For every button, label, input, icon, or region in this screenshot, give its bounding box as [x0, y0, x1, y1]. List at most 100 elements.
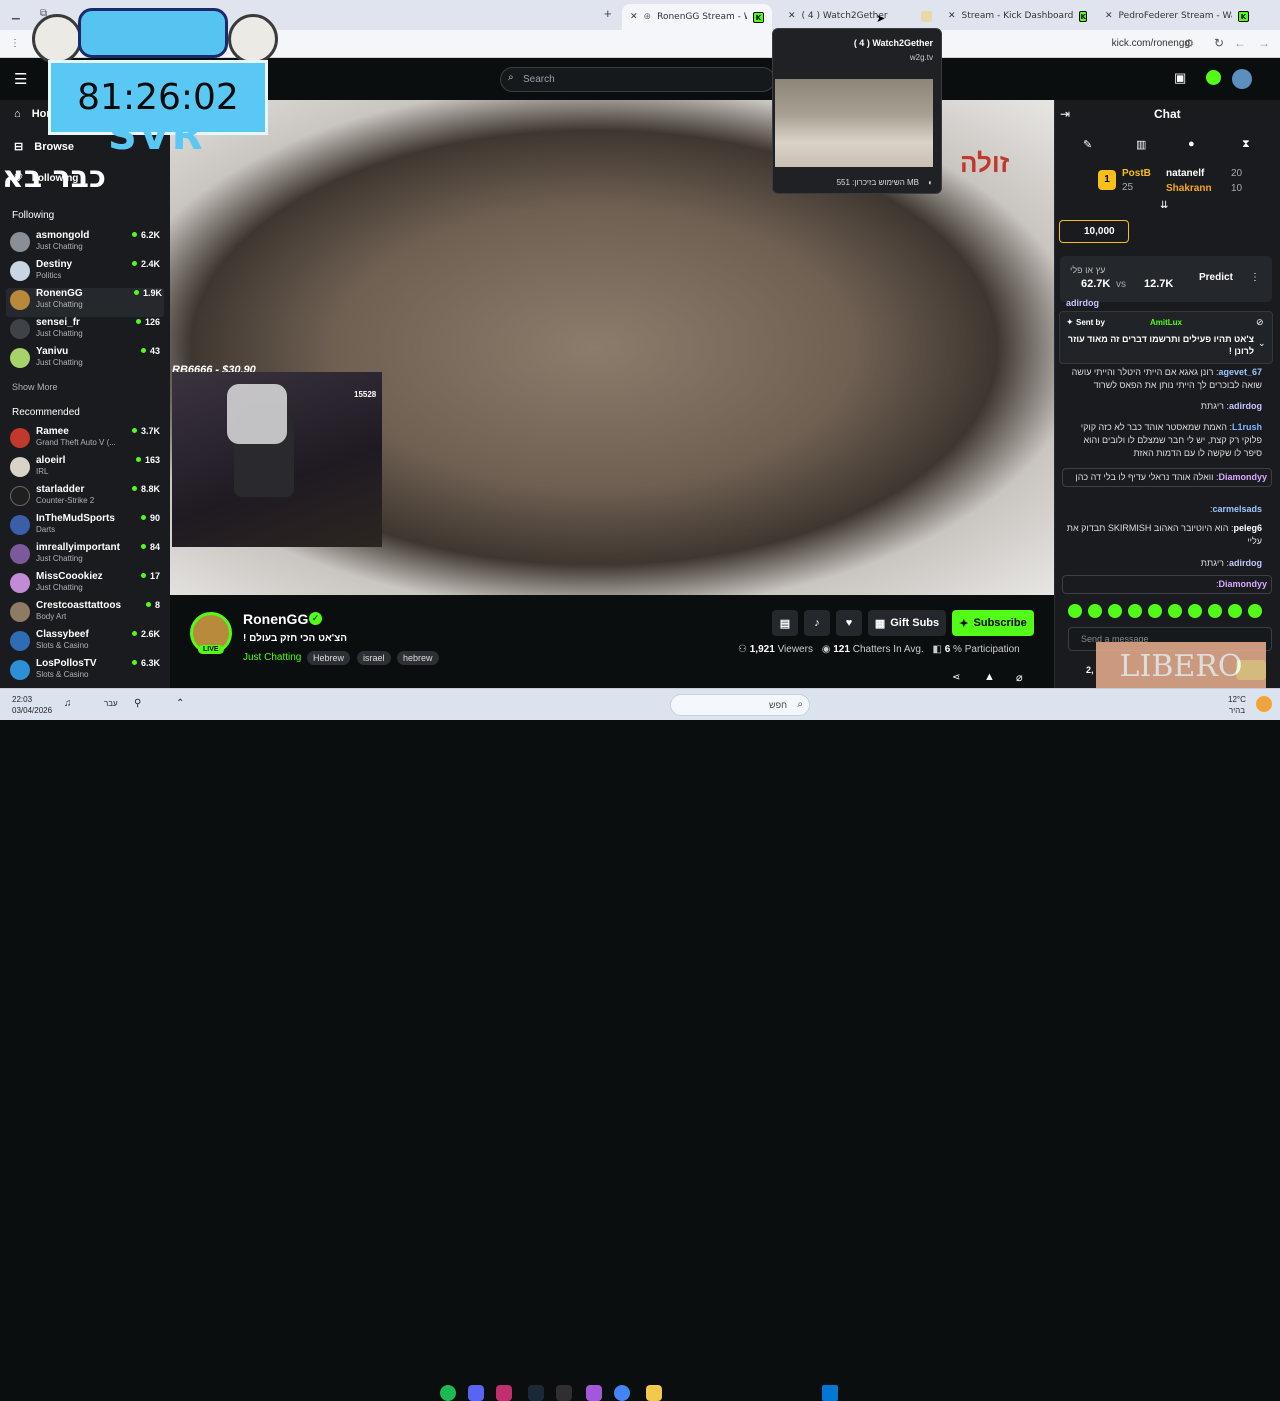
- sidebar-nav-browse[interactable]: ⊟ Browse: [14, 140, 74, 153]
- tag-chip[interactable]: israel: [357, 651, 391, 665]
- menu-icon[interactable]: ☰: [14, 70, 27, 88]
- sidebar-toggle-icon[interactable]: ⋮: [10, 38, 20, 49]
- weather-widget[interactable]: 12°C בהיר: [1228, 694, 1246, 716]
- recommended-channel[interactable]: imreallyimportant Just Chatting 84: [10, 542, 162, 571]
- emote-icon[interactable]: [1148, 604, 1162, 618]
- tab-pedrofederer[interactable]: ✕ PedroFederer Stream - Watch L K: [1097, 4, 1257, 28]
- emote-icon[interactable]: [1228, 604, 1242, 618]
- obs-icon[interactable]: [556, 1385, 572, 1401]
- subscribe-button[interactable]: ✦ Subscribe: [952, 610, 1034, 636]
- kick-favicon-icon: K: [1079, 10, 1087, 22]
- following-channel[interactable]: sensei_fr Just Chatting 126: [10, 317, 162, 346]
- product-watermark: LIBERO: [1096, 642, 1266, 692]
- discord-icon[interactable]: [468, 1385, 484, 1401]
- emote-icon[interactable]: [1128, 604, 1142, 618]
- emote-icon[interactable]: [1068, 604, 1082, 618]
- mod-tools-icon[interactable]: ✎: [1083, 138, 1092, 151]
- emote-icon[interactable]: [1088, 604, 1102, 618]
- search-input[interactable]: Search: [500, 67, 775, 92]
- overlay-hebrew-text: כבר בא: [2, 160, 106, 195]
- follow-button[interactable]: ♥: [836, 610, 862, 636]
- emote-icon[interactable]: [1188, 604, 1202, 618]
- kick-coin-icon[interactable]: [1206, 70, 1221, 85]
- globe-icon: ⊕: [643, 12, 652, 22]
- new-tab-button[interactable]: +: [604, 6, 612, 21]
- predict-button[interactable]: Predict: [1199, 272, 1233, 283]
- following-channel[interactable]: asmongold Just Chatting 6.2K: [10, 230, 162, 259]
- steam-icon[interactable]: [528, 1385, 544, 1401]
- following-channel[interactable]: Destiny Politics 2.4K: [10, 259, 162, 288]
- user-avatar[interactable]: [1232, 69, 1252, 89]
- prediction-left-amount: 62.7K: [1081, 278, 1111, 290]
- microphone-icon[interactable]: ⚲: [134, 698, 141, 709]
- notifications-button[interactable]: ♪: [804, 610, 830, 636]
- slow-mode-icon[interactable]: ⧗: [1242, 138, 1250, 151]
- url-field[interactable]: kick.com/ronengg: [1112, 38, 1190, 49]
- overlay-logo-text: SVR: [108, 113, 205, 159]
- emote-icon[interactable]: [1108, 604, 1122, 618]
- share-icon[interactable]: ⋖: [952, 672, 960, 683]
- language-indicator[interactable]: עבר: [104, 699, 118, 708]
- channel-name[interactable]: RonenGG: [243, 611, 308, 627]
- following-channel-active[interactable]: RonenGG Just Chatting 1.9K: [6, 288, 164, 317]
- recommended-channel[interactable]: Ramee Grand Theft Auto V (... 3.7K: [10, 426, 162, 455]
- site-settings-icon[interactable]: ⚙: [1184, 37, 1194, 50]
- tag-chip[interactable]: hebrew: [397, 651, 439, 665]
- more-options-icon[interactable]: ⋮: [1250, 272, 1260, 283]
- trash-icon[interactable]: ▥: [1136, 138, 1146, 151]
- chrome-icon[interactable]: [614, 1385, 630, 1401]
- minimize-window-icon[interactable]: ▁: [12, 9, 20, 20]
- collapse-chat-icon[interactable]: ⇥: [1060, 107, 1070, 121]
- tab-ronengg[interactable]: ✕ ⊕ RonenGG Stream - Watch L K: [622, 4, 772, 30]
- channel-points[interactable]: 10,000: [1059, 220, 1129, 243]
- recommended-channel[interactable]: MissCoookiez Just Chatting 17: [10, 571, 162, 600]
- chevron-up-icon[interactable]: ⌃: [176, 698, 184, 709]
- tag-chip[interactable]: Hebrew: [307, 651, 351, 665]
- forward-icon[interactable]: →: [1258, 36, 1270, 50]
- close-tab-icon[interactable]: ✕: [948, 11, 956, 21]
- reload-icon[interactable]: ↻: [1214, 36, 1224, 50]
- gift-subs-button[interactable]: ▦ Gift Subs: [868, 610, 946, 636]
- unpin-icon[interactable]: ⊘: [1256, 317, 1264, 328]
- recommended-channel[interactable]: Crestcoasttattoos Body Art 8: [10, 600, 162, 629]
- back-icon[interactable]: ←: [1234, 36, 1246, 50]
- theater-mode-button[interactable]: ▤: [772, 610, 798, 636]
- taskbar: 22:03 03/04/2026 ♫ עבר ⚲ ⌃ חפש ⌕ 12°C בה…: [0, 688, 1280, 1401]
- expand-pinned-icon[interactable]: ⌄: [1258, 338, 1266, 349]
- volume-icon[interactable]: ♫: [64, 698, 72, 709]
- recommended-channel[interactable]: InTheMudSports Darts 90: [10, 513, 162, 542]
- partial-chat-user[interactable]: adirdog: [1066, 298, 1099, 308]
- emote-icon[interactable]: [1248, 604, 1262, 618]
- close-tab-icon[interactable]: ✕: [788, 11, 796, 21]
- chat-settings-icon[interactable]: ●: [1188, 138, 1195, 150]
- emote-icon[interactable]: [1168, 604, 1182, 618]
- tab-watch2gether[interactable]: ✕ ( 4 ) Watch2Gether: [780, 4, 940, 28]
- chat-message-highlighted: Diamondyy:: [1062, 575, 1272, 594]
- tab-kick-dashboard[interactable]: ✕ Stream - Kick Dashboard K: [940, 4, 1095, 28]
- file-explorer-icon[interactable]: [646, 1385, 662, 1401]
- pinned-text: צ'אט תהיו פעילים ותרשמו דברים זה מאוד עו…: [1067, 334, 1254, 356]
- windows-start-icon[interactable]: [822, 1385, 838, 1401]
- close-tab-icon[interactable]: ✕: [1105, 11, 1113, 21]
- spotify-icon[interactable]: [440, 1385, 456, 1401]
- app-icon[interactable]: [496, 1385, 512, 1401]
- taskbar-search[interactable]: חפש ⌕: [670, 694, 810, 716]
- avatar: [10, 457, 30, 477]
- expand-leaderboard-icon[interactable]: ⇊: [1160, 200, 1168, 211]
- taskbar-clock[interactable]: 22:03 03/04/2026: [12, 694, 52, 716]
- viewers-icon: ⚇: [738, 644, 747, 655]
- following-channel[interactable]: Yanivu Just Chatting 43: [10, 346, 162, 375]
- close-tab-icon[interactable]: ✕: [630, 12, 638, 22]
- recommended-channel[interactable]: aloeirl IRL 163: [10, 455, 162, 484]
- report-icon[interactable]: ▲: [984, 671, 995, 683]
- show-more-link[interactable]: Show More: [12, 382, 58, 392]
- stream-category-link[interactable]: Just Chatting: [243, 652, 301, 663]
- recommended-channel[interactable]: Classybeef Slots & Casino 2.6K: [10, 629, 162, 658]
- inbox-icon[interactable]: ▣: [1174, 70, 1186, 86]
- app-icon[interactable]: [586, 1385, 602, 1401]
- clip-icon[interactable]: ⌀: [1016, 671, 1023, 684]
- pinned-user[interactable]: AmitLux: [1150, 318, 1182, 327]
- recommended-channel[interactable]: starladder Counter-Strike 2 8.8K: [10, 484, 162, 513]
- emote-icon[interactable]: [1208, 604, 1222, 618]
- recommended-channel[interactable]: LosPollosTV Slots & Casino 6.3K: [10, 658, 162, 687]
